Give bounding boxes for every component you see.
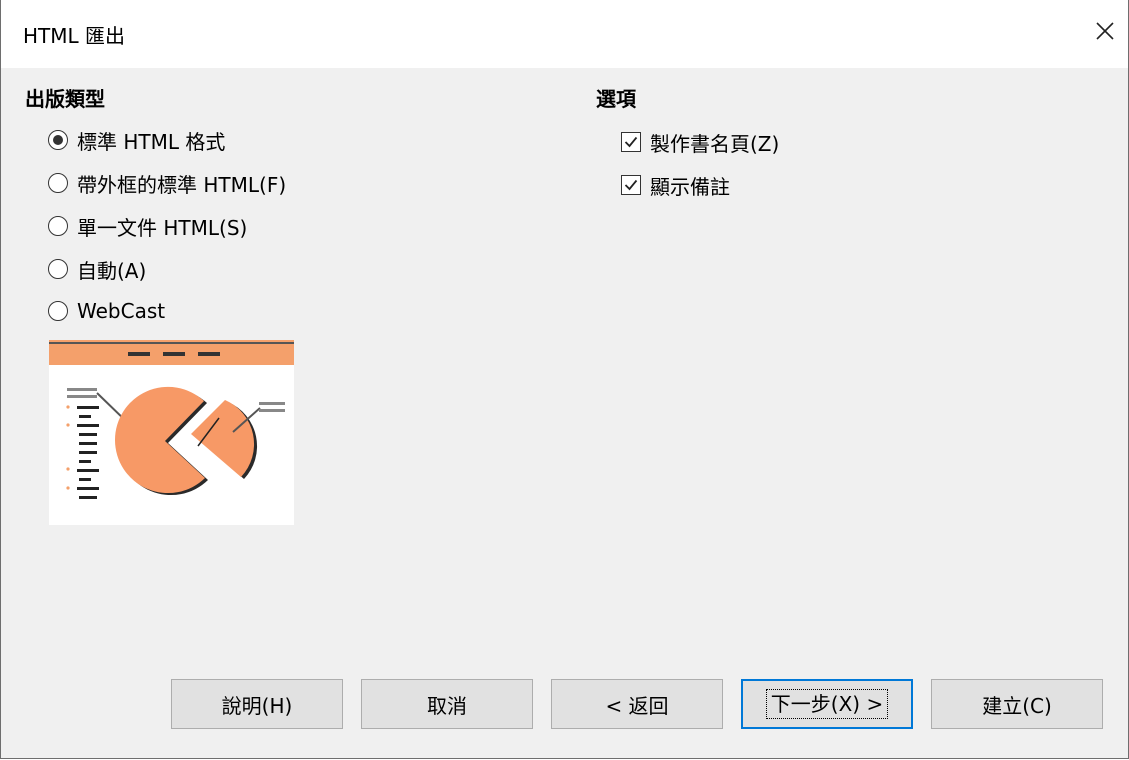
radio-standard-html[interactable]: 標準 HTML 格式 — [48, 125, 225, 155]
radio-label: WebCast — [77, 299, 166, 323]
radio-label: 自動(A) — [77, 258, 147, 283]
checkbox-show-notes[interactable]: 顯示備註 — [621, 170, 730, 200]
publication-type-heading: 出版類型 — [25, 87, 105, 111]
options-heading: 選項 — [596, 87, 636, 111]
radio-unselected-icon[interactable] — [48, 173, 68, 193]
checkbox-checked-icon[interactable] — [621, 132, 641, 152]
next-button-label: 下一步(X) > — [765, 689, 889, 719]
radio-webcast[interactable]: WebCast — [48, 296, 165, 326]
close-icon — [1096, 22, 1114, 40]
radio-label: 單一文件 HTML(S) — [77, 215, 248, 240]
checkbox-checked-icon[interactable] — [621, 175, 641, 195]
next-button[interactable]: 下一步(X) > — [741, 679, 913, 729]
checkbox-label: 顯示備註 — [650, 174, 730, 199]
cancel-button[interactable]: 取消 — [361, 679, 533, 729]
radio-label: 標準 HTML 格式 — [77, 129, 226, 154]
help-button[interactable]: 說明(H) — [171, 679, 343, 729]
close-button[interactable] — [1082, 8, 1128, 54]
radio-automatic[interactable]: 自動(A) — [48, 254, 146, 284]
layout-preview-image — [49, 340, 294, 525]
dialog-title: HTML 匯出 — [23, 24, 126, 48]
create-button[interactable]: 建立(C) — [931, 679, 1103, 729]
radio-unselected-icon[interactable] — [48, 259, 68, 279]
checkbox-label: 製作書名頁(Z) — [650, 131, 780, 156]
back-button[interactable]: < 返回 — [551, 679, 723, 729]
radio-unselected-icon[interactable] — [48, 301, 68, 321]
checkbox-create-title-page[interactable]: 製作書名頁(Z) — [621, 127, 779, 157]
radio-single-document-html[interactable]: 單一文件 HTML(S) — [48, 211, 247, 241]
pie-chart-preview-icon — [49, 340, 294, 499]
radio-selected-icon[interactable] — [48, 130, 68, 150]
radio-framed-html[interactable]: 帶外框的標準 HTML(F) — [48, 168, 286, 198]
radio-unselected-icon[interactable] — [48, 216, 68, 236]
radio-label: 帶外框的標準 HTML(F) — [77, 172, 287, 197]
title-bar: HTML 匯出 — [1, 0, 1128, 68]
dialog-content: 出版類型 標準 HTML 格式 帶外框的標準 HTML(F) 單一文件 HTML… — [1, 68, 1128, 758]
html-export-dialog: HTML 匯出 出版類型 標準 HTML 格式 帶外框的標準 HTML(F) 單… — [0, 0, 1129, 759]
